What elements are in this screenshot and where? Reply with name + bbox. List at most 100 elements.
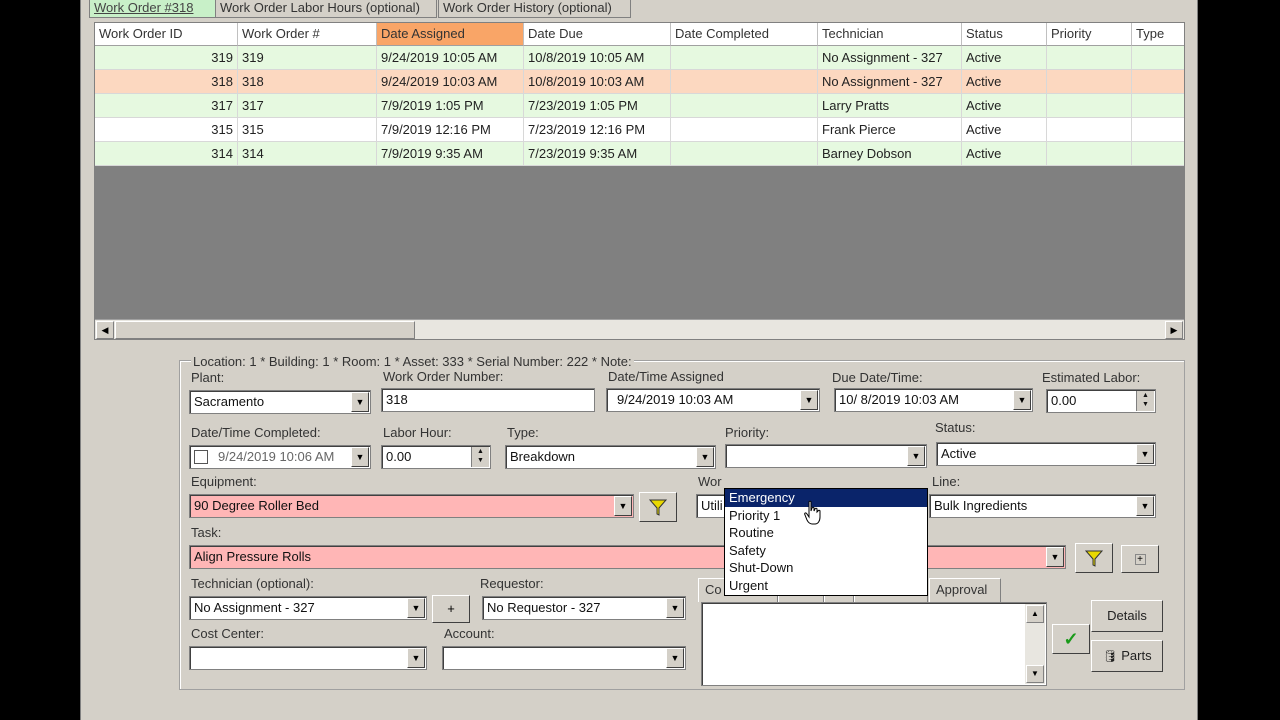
chevron-down-icon[interactable]: ▼ xyxy=(1046,547,1064,567)
horizontal-scrollbar[interactable]: ◀ ▶ xyxy=(95,319,1184,339)
scroll-down-icon[interactable]: ▼ xyxy=(1026,665,1044,683)
scroll-up-icon[interactable]: ▲ xyxy=(1026,605,1044,623)
cell-date-assigned: 9/24/2019 10:03 AM xyxy=(377,70,524,94)
type-label: Type: xyxy=(507,425,539,440)
priority-select[interactable]: ▼ xyxy=(725,444,927,468)
table-row[interactable]: 315 315 7/9/2019 12:16 PM 7/23/2019 12:16 P… xyxy=(95,118,1184,142)
cell-date-assigned: 9/24/2019 10:05 AM xyxy=(377,46,524,70)
completed-checkbox[interactable] xyxy=(194,450,208,464)
labor-hour-value: 0.00 xyxy=(386,449,412,464)
chevron-down-icon[interactable]: ▼ xyxy=(800,390,818,410)
tab-labor-hours[interactable]: Work Order Labor Hours (optional) xyxy=(215,0,437,18)
column-header-date-assigned[interactable]: Date Assigned xyxy=(377,23,524,46)
priority-option-safety[interactable]: Safety xyxy=(725,542,927,560)
cell-date-assigned: 7/9/2019 1:05 PM xyxy=(377,94,524,118)
account-select[interactable]: ▼ xyxy=(442,646,686,670)
wo-number-field[interactable]: 318 xyxy=(381,388,595,412)
chevron-down-icon[interactable]: ▼ xyxy=(907,446,925,466)
details-button[interactable]: Details xyxy=(1091,600,1163,632)
cell-wo-number: 315 xyxy=(238,118,377,142)
cell-status: Active xyxy=(962,70,1047,94)
est-labor-field[interactable]: 0.00 ▲ ▼ xyxy=(1046,389,1156,413)
task-select[interactable]: Align Pressure Rolls ▼ xyxy=(189,545,1066,569)
column-header-type[interactable]: Type xyxy=(1132,23,1184,46)
cell-priority xyxy=(1047,46,1132,70)
chevron-down-icon[interactable]: ▼ xyxy=(666,648,684,668)
status-label: Status: xyxy=(935,420,976,435)
chevron-down-icon[interactable]: ▼ xyxy=(1013,390,1031,410)
cell-wo-id: 319 xyxy=(95,46,238,70)
cell-type xyxy=(1132,70,1184,94)
type-select[interactable]: Breakdown ▼ xyxy=(505,445,716,469)
chevron-down-icon[interactable]: ▼ xyxy=(1136,444,1154,464)
stepper-icon[interactable]: ▲ ▼ xyxy=(1136,391,1154,411)
filter-icon xyxy=(1084,550,1104,567)
status-select[interactable]: Active ▼ xyxy=(936,442,1156,466)
column-header-wo-id[interactable]: Work Order ID xyxy=(95,23,238,46)
line-select[interactable]: Bulk Ingredients ▼ xyxy=(929,494,1156,518)
chevron-down-icon[interactable]: ▼ xyxy=(1136,496,1154,516)
priority-dropdown-list[interactable]: Emergency Priority 1 Routine Safety Shut… xyxy=(724,488,928,596)
stepper-icon[interactable]: ▲ ▼ xyxy=(471,447,489,467)
chevron-down-icon[interactable]: ▼ xyxy=(614,496,632,516)
parts-button[interactable]: 🛢 Parts xyxy=(1091,640,1163,672)
column-header-date-completed[interactable]: Date Completed xyxy=(671,23,818,46)
subtab-approval[interactable]: Approval xyxy=(929,578,1001,602)
priority-option-emergency[interactable]: Emergency xyxy=(725,489,927,507)
priority-option-shut-down[interactable]: Shut-Down xyxy=(725,559,927,577)
cell-date-assigned: 7/9/2019 9:35 AM xyxy=(377,142,524,166)
column-header-technician[interactable]: Technician xyxy=(818,23,962,46)
tab-history[interactable]: Work Order History (optional) xyxy=(438,0,631,18)
requestor-select[interactable]: No Requestor - 327 ▼ xyxy=(482,596,686,620)
column-header-wo-number[interactable]: Work Order # xyxy=(238,23,377,46)
priority-option-routine[interactable]: Routine xyxy=(725,524,927,542)
confirm-button[interactable]: ✓ xyxy=(1052,624,1090,654)
table-row[interactable]: 318 318 9/24/2019 10:03 AM 10/8/2019 10:03 … xyxy=(95,70,1184,94)
plant-select[interactable]: Sacramento ▼ xyxy=(189,390,371,414)
table-row[interactable]: 317 317 7/9/2019 1:05 PM 7/23/2019 1:05 PM L… xyxy=(95,94,1184,118)
cell-wo-id: 318 xyxy=(95,70,238,94)
priority-option-urgent[interactable]: Urgent xyxy=(725,577,927,595)
work-order-grid[interactable]: Work Order ID Work Order # Date Assigned… xyxy=(94,22,1185,340)
grid-header: Work Order ID Work Order # Date Assigned… xyxy=(95,23,1184,46)
labor-hour-field[interactable]: 0.00 ▲ ▼ xyxy=(381,445,491,469)
table-row[interactable]: 314 314 7/9/2019 9:35 AM 7/23/2019 9:35 AM B… xyxy=(95,142,1184,166)
column-header-date-due[interactable]: Date Due xyxy=(524,23,671,46)
cell-wo-number: 319 xyxy=(238,46,377,70)
cell-status: Active xyxy=(962,94,1047,118)
status-value: Active xyxy=(941,446,977,461)
add-task-button[interactable]: + xyxy=(1121,545,1159,573)
scroll-right-icon[interactable]: ▶ xyxy=(1165,321,1183,339)
comments-textarea[interactable]: ▲ ▼ xyxy=(701,602,1047,686)
technician-label: Technician (optional): xyxy=(191,576,314,591)
vertical-scrollbar[interactable]: ▲ ▼ xyxy=(1025,604,1045,684)
column-header-priority[interactable]: Priority xyxy=(1047,23,1132,46)
tab-work-order[interactable]: Work Order #318 xyxy=(89,0,217,18)
due-datetime[interactable]: 10/ 8/2019 10:03 AM ▼ xyxy=(834,388,1033,412)
chevron-down-icon[interactable]: ▼ xyxy=(407,598,425,618)
add-technician-button[interactable]: + xyxy=(432,595,470,623)
equipment-filter-button[interactable] xyxy=(639,492,677,522)
hand-cursor-icon xyxy=(804,500,821,525)
chevron-down-icon[interactable]: ▼ xyxy=(407,648,425,668)
task-filter-button[interactable] xyxy=(1075,543,1113,573)
scroll-left-icon[interactable]: ◀ xyxy=(96,321,114,339)
completed-datetime[interactable]: 9/24/2019 10:06 AM ▼ xyxy=(189,445,371,469)
technician-select[interactable]: No Assignment - 327 ▼ xyxy=(189,596,427,620)
table-row[interactable]: 319 319 9/24/2019 10:05 AM 10/8/2019 10:05 … xyxy=(95,46,1184,70)
priority-option-priority-1[interactable]: Priority 1 xyxy=(725,507,927,525)
chevron-down-icon[interactable]: ▼ xyxy=(351,392,369,412)
scroll-thumb[interactable] xyxy=(115,321,415,339)
equipment-select[interactable]: 90 Degree Roller Bed ▼ xyxy=(189,494,634,518)
plant-label: Plant: xyxy=(191,370,225,385)
assigned-value: 9/24/2019 10:03 AM xyxy=(617,392,734,407)
cell-date-due: 7/23/2019 1:05 PM xyxy=(524,94,671,118)
column-header-status[interactable]: Status xyxy=(962,23,1047,46)
assigned-datetime[interactable]: 9/24/2019 10:03 AM ▼ xyxy=(606,388,820,412)
chevron-down-icon[interactable]: ▼ xyxy=(666,598,684,618)
cell-date-completed xyxy=(671,46,818,70)
due-label: Due Date/Time: xyxy=(832,370,923,385)
cost-center-select[interactable]: ▼ xyxy=(189,646,427,670)
chevron-down-icon[interactable]: ▼ xyxy=(696,447,714,467)
chevron-down-icon[interactable]: ▼ xyxy=(351,447,369,467)
